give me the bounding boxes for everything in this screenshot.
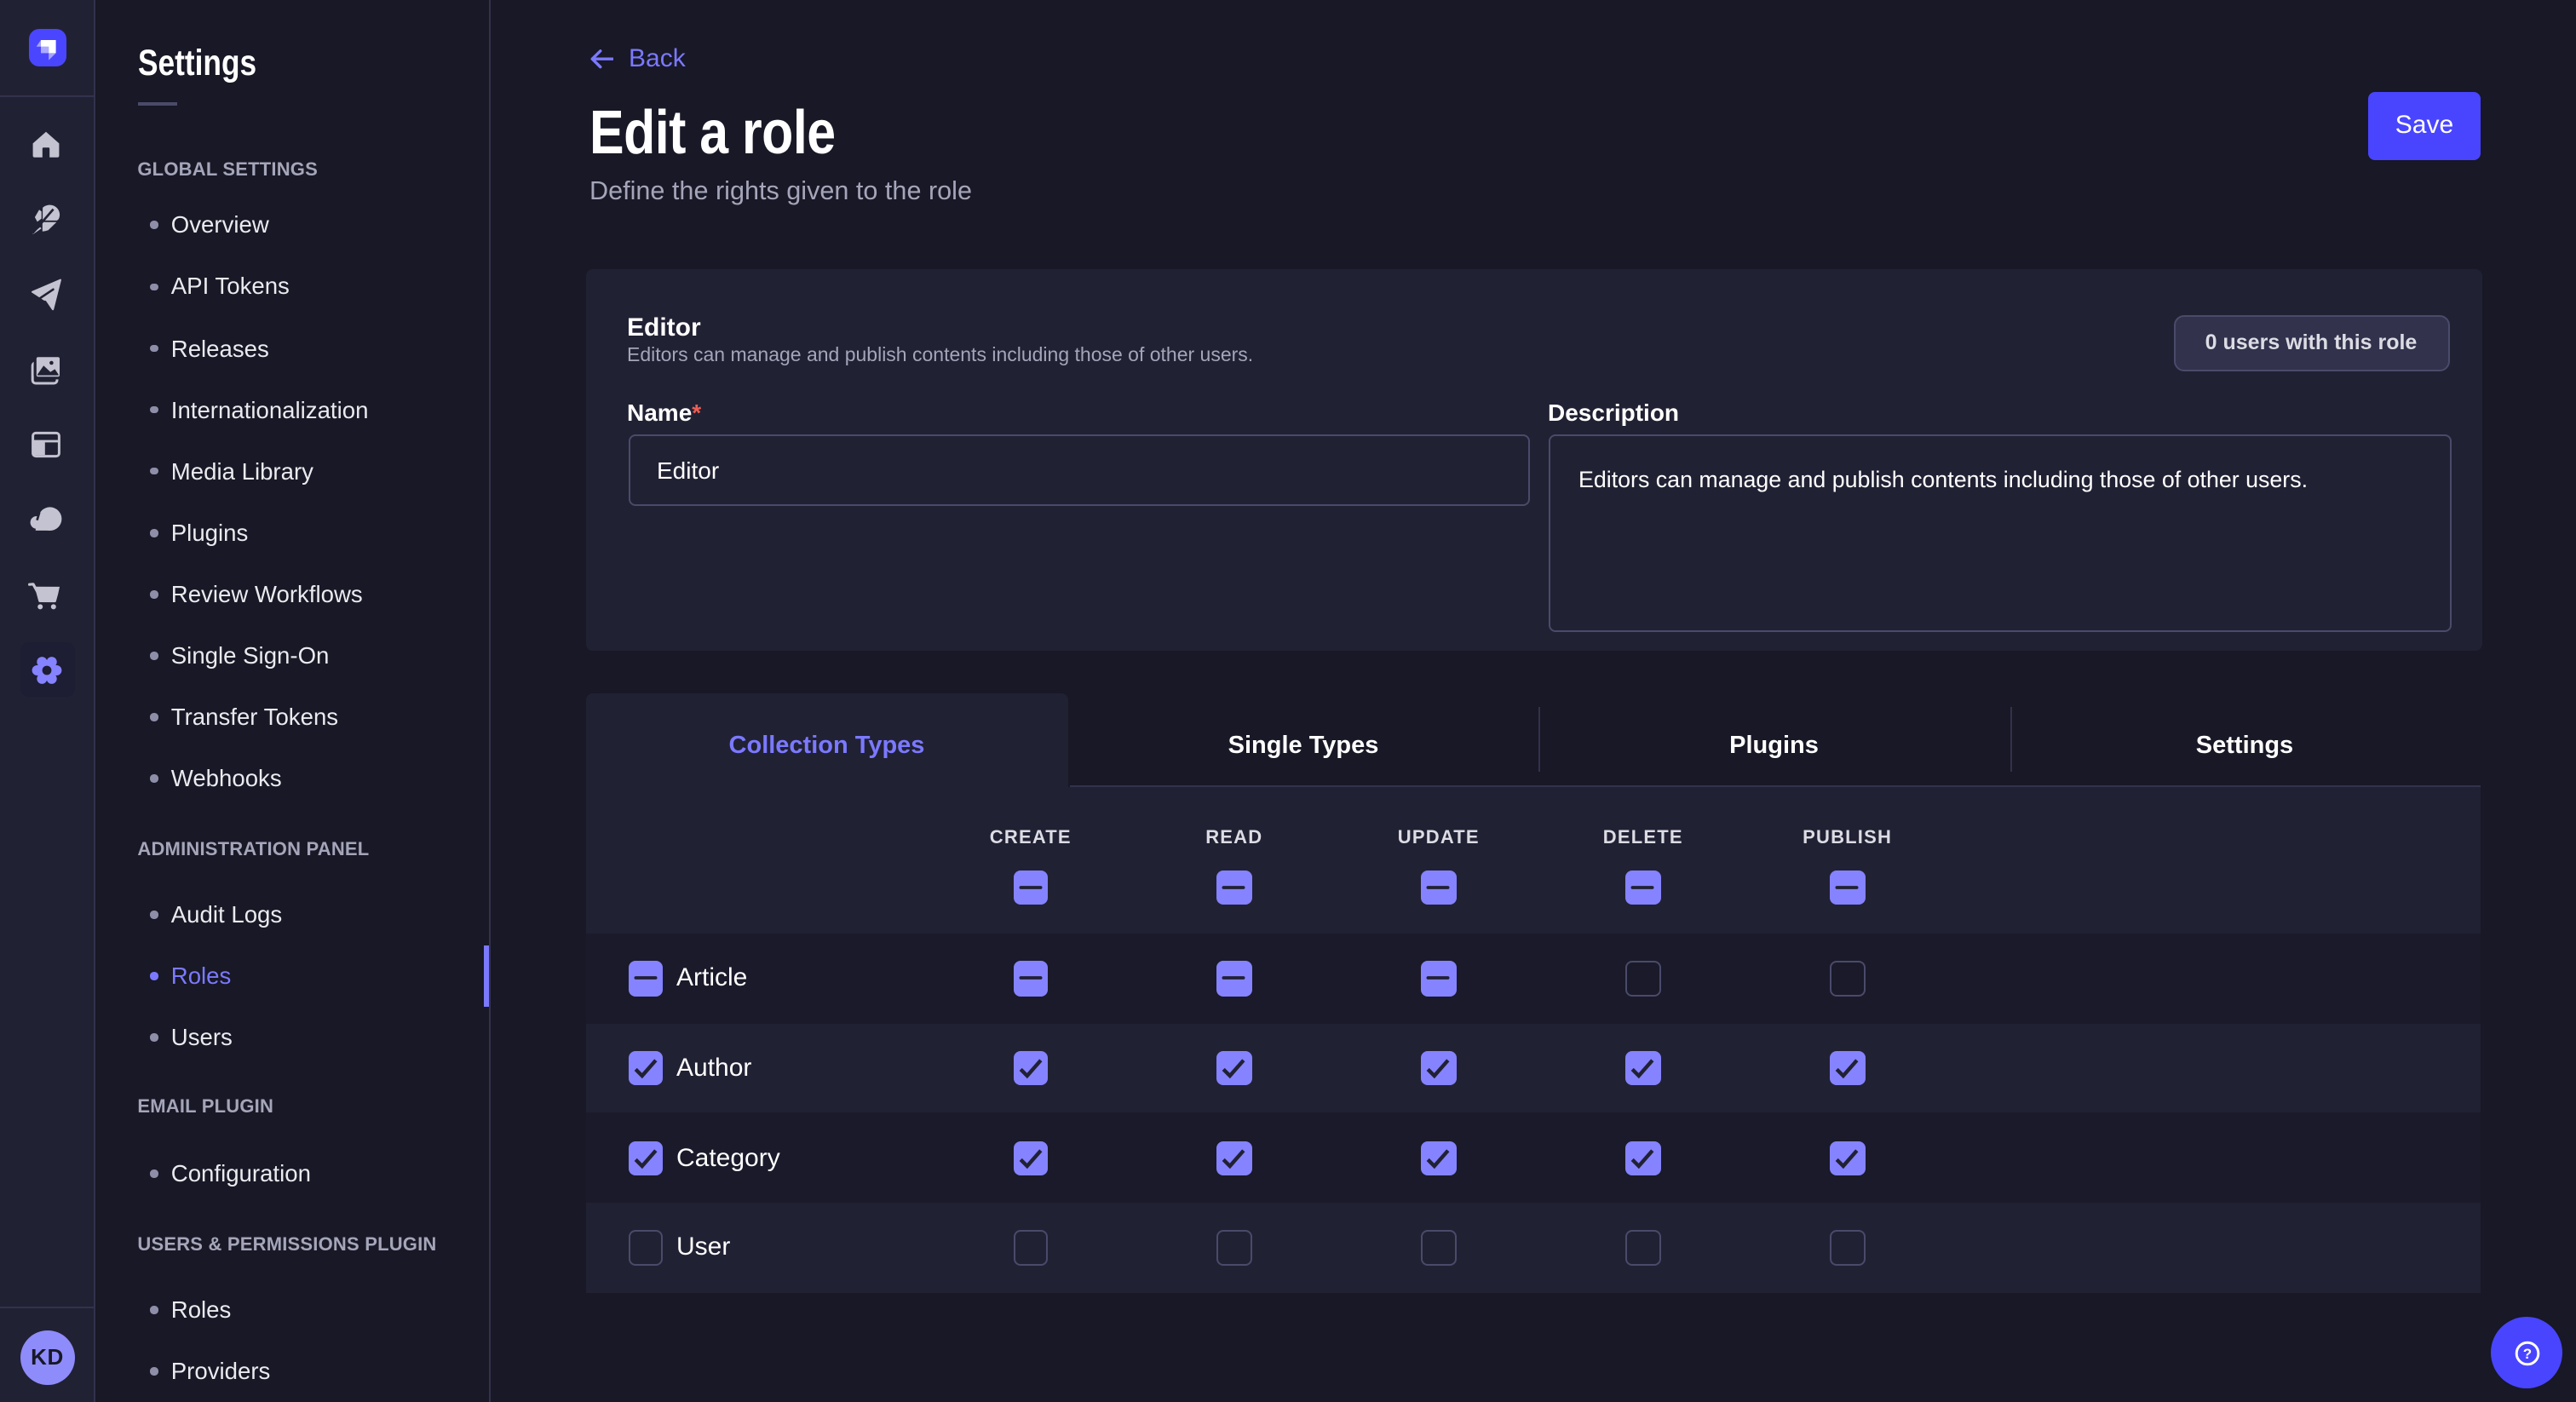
svg-text:?: ? [2522,1345,2531,1361]
